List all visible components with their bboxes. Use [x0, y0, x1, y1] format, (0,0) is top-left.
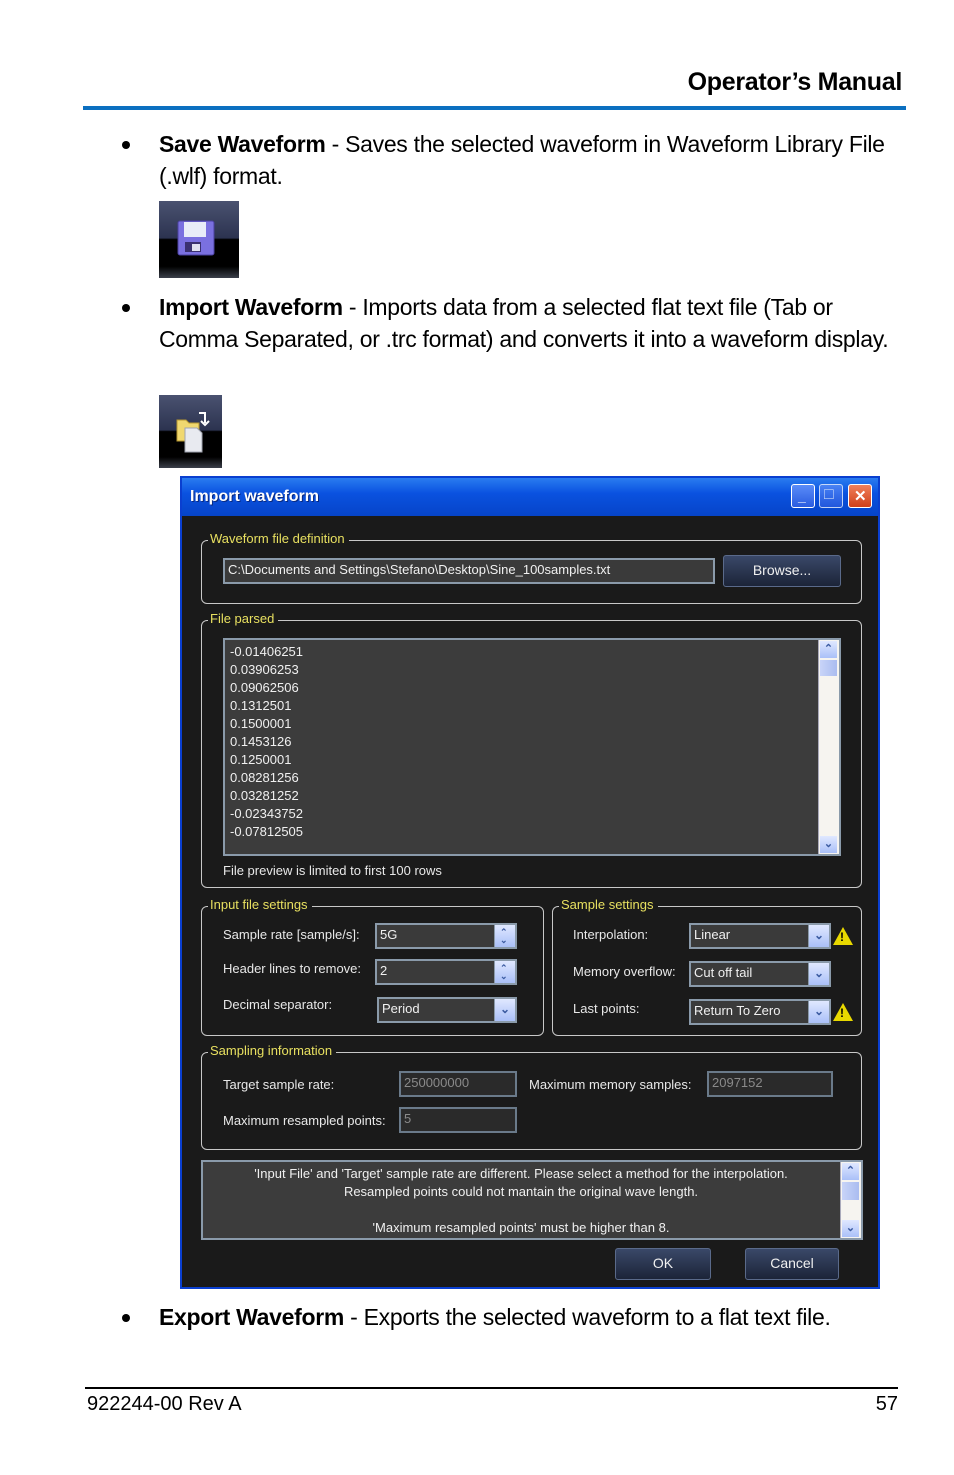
warning-icon: ! — [833, 1003, 853, 1021]
message-line: 'Maximum resampled points' must be highe… — [372, 1220, 670, 1235]
warning-icon: ! — [833, 927, 853, 945]
max-memory-samples-field: 2097152 — [707, 1071, 833, 1097]
decimal-separator-value: Period — [382, 1001, 420, 1016]
group-legend: File parsed — [208, 611, 279, 626]
group-legend: Input file settings — [208, 897, 312, 912]
message-scrollbar[interactable]: ⌃ ⌄ — [840, 1162, 861, 1238]
parsed-row[interactable]: -0.07812505 — [225, 823, 839, 841]
decimal-separator-label: Decimal separator: — [223, 997, 333, 1012]
scroll-up-icon[interactable]: ⌃ — [842, 1163, 859, 1180]
import-folder-icon — [159, 395, 222, 468]
page-header-title: Operator’s Manual — [687, 68, 903, 96]
parsed-row[interactable]: 0.03281252 — [225, 787, 839, 805]
interpolation-value: Linear — [694, 927, 731, 942]
group-legend: Sampling information — [208, 1043, 337, 1058]
bullet-dot — [122, 304, 130, 312]
max-resampled-points-field: 5 — [399, 1107, 517, 1133]
minimize-icon: _ — [798, 488, 806, 504]
message-line — [203, 1201, 839, 1219]
max-resampled-points-label: Maximum resampled points: — [223, 1113, 386, 1128]
scroll-thumb[interactable] — [842, 1182, 859, 1200]
header-lines-spinner[interactable]: 2 ⌃ ⌄ — [375, 959, 517, 985]
bullet-term: Import Waveform — [159, 294, 343, 320]
spin-arrows-icon[interactable]: ⌃ ⌄ — [494, 961, 515, 983]
parsed-row[interactable]: 0.08281256 — [225, 769, 839, 787]
browse-button[interactable]: Browse... — [723, 555, 841, 587]
close-button[interactable]: ✕ — [848, 484, 872, 508]
memory-overflow-value: Cut off tail — [694, 965, 753, 980]
validation-message-box: 'Input File' and 'Target' sample rate ar… — [201, 1160, 863, 1240]
cancel-button[interactable]: Cancel — [745, 1248, 839, 1280]
interpolation-select[interactable]: Linear ⌄ — [689, 923, 831, 949]
memory-overflow-select[interactable]: Cut off tail ⌄ — [689, 961, 831, 987]
bullet-dot — [122, 141, 130, 149]
parsed-row[interactable]: 0.1500001 — [225, 715, 839, 733]
bullet-export-waveform: Export Waveform - Exports the selected w… — [122, 1301, 912, 1333]
parsed-row[interactable]: 0.1453126 — [225, 733, 839, 751]
parsed-row[interactable]: 0.1250001 — [225, 751, 839, 769]
close-icon: ✕ — [854, 488, 867, 505]
scroll-down-icon[interactable]: ⌄ — [842, 1220, 859, 1237]
sample-rate-value: 5G — [380, 927, 398, 942]
parsed-row[interactable]: 0.1312501 — [225, 697, 839, 715]
chevron-down-icon[interactable]: ⌄ — [808, 1001, 829, 1023]
decimal-separator-select[interactable]: Period ⌄ — [377, 997, 517, 1023]
scroll-down-icon[interactable]: ⌄ — [820, 836, 837, 853]
file-path-input[interactable]: C:\Documents and Settings\Stefano\Deskto… — [223, 558, 715, 584]
preview-limit-note: File preview is limited to first 100 row… — [223, 863, 442, 878]
maximize-icon: □ — [824, 486, 834, 503]
interpolation-label: Interpolation: — [573, 927, 649, 942]
ok-button[interactable]: OK — [615, 1248, 711, 1280]
import-waveform-dialog: Import waveform _ □ ✕ Waveform file defi… — [180, 476, 880, 1289]
bullet-dot — [122, 1314, 130, 1322]
sample-rate-label: Sample rate [sample/s]: — [223, 927, 360, 942]
last-points-select[interactable]: Return To Zero ⌄ — [689, 999, 831, 1025]
chevron-down-icon[interactable]: ⌄ — [808, 963, 829, 985]
group-waveform-file-definition: Waveform file definition C:\Documents an… — [201, 531, 862, 604]
spin-arrows-icon[interactable]: ⌃ ⌄ — [494, 925, 515, 947]
dialog-titlebar[interactable]: Import waveform _ □ ✕ — [182, 478, 878, 516]
chevron-down-icon[interactable]: ⌄ — [494, 999, 515, 1021]
dialog-title: Import waveform — [190, 488, 319, 505]
sample-rate-spinner[interactable]: 5G ⌃ ⌄ — [375, 923, 517, 949]
save-disk-icon — [159, 201, 239, 278]
parsed-list-scrollbar[interactable]: ⌃ ⌄ — [818, 640, 839, 854]
parsed-row[interactable]: -0.02343752 — [225, 805, 839, 823]
parsed-row[interactable]: -0.01406251 — [225, 643, 839, 661]
chevron-down-icon[interactable]: ⌄ — [808, 925, 829, 947]
minimize-button[interactable]: _ — [791, 484, 815, 508]
maximize-button[interactable]: □ — [819, 484, 843, 508]
group-legend: Waveform file definition — [208, 531, 349, 546]
footer-page-number: 57 — [875, 1393, 898, 1415]
message-line: Resampled points could not mantain the o… — [343, 1184, 699, 1199]
parsed-rows-list[interactable]: -0.01406251 0.03906253 0.09062506 0.1312501… — [223, 638, 841, 856]
group-file-parsed: File parsed -0.01406251 0.03906253 0.09062… — [201, 611, 862, 888]
bullet-save-waveform: Save Waveform - Saves the selected wavef… — [122, 128, 912, 192]
bullet-import-waveform: Import Waveform - Imports data from a se… — [122, 291, 912, 355]
footer-doc-id: 922244-00 Rev A — [87, 1393, 242, 1415]
group-sample-settings: Sample settings Interpolation: Linear ⌄ … — [552, 897, 862, 1036]
parsed-row[interactable]: 0.03906253 — [225, 661, 839, 679]
group-input-file-settings: Input file settings Sample rate [sample/… — [201, 897, 544, 1036]
parsed-row[interactable]: 0.09062506 — [225, 679, 839, 697]
header-lines-label: Header lines to remove: — [223, 961, 362, 976]
max-memory-samples-label: Maximum memory samples: — [529, 1077, 692, 1092]
message-line: 'Input File' and 'Target' sample rate ar… — [254, 1166, 788, 1181]
last-points-value: Return To Zero — [694, 1003, 781, 1018]
last-points-label: Last points: — [573, 1001, 640, 1016]
target-sample-rate-field: 250000000 — [399, 1071, 517, 1097]
bullet-description: - Exports the selected waveform to a fla… — [344, 1304, 831, 1330]
target-sample-rate-label: Target sample rate: — [223, 1077, 335, 1092]
group-sampling-information: Sampling information Target sample rate:… — [201, 1043, 862, 1150]
header-lines-value: 2 — [380, 963, 388, 978]
header-rule — [83, 106, 906, 110]
scroll-up-icon[interactable]: ⌃ — [820, 641, 837, 658]
footer-rule — [85, 1387, 898, 1389]
memory-overflow-label: Memory overflow: — [573, 964, 676, 979]
bullet-term: Export Waveform — [159, 1304, 345, 1330]
scroll-thumb[interactable] — [820, 660, 837, 676]
group-legend: Sample settings — [559, 897, 658, 912]
bullet-term: Save Waveform — [159, 131, 326, 157]
